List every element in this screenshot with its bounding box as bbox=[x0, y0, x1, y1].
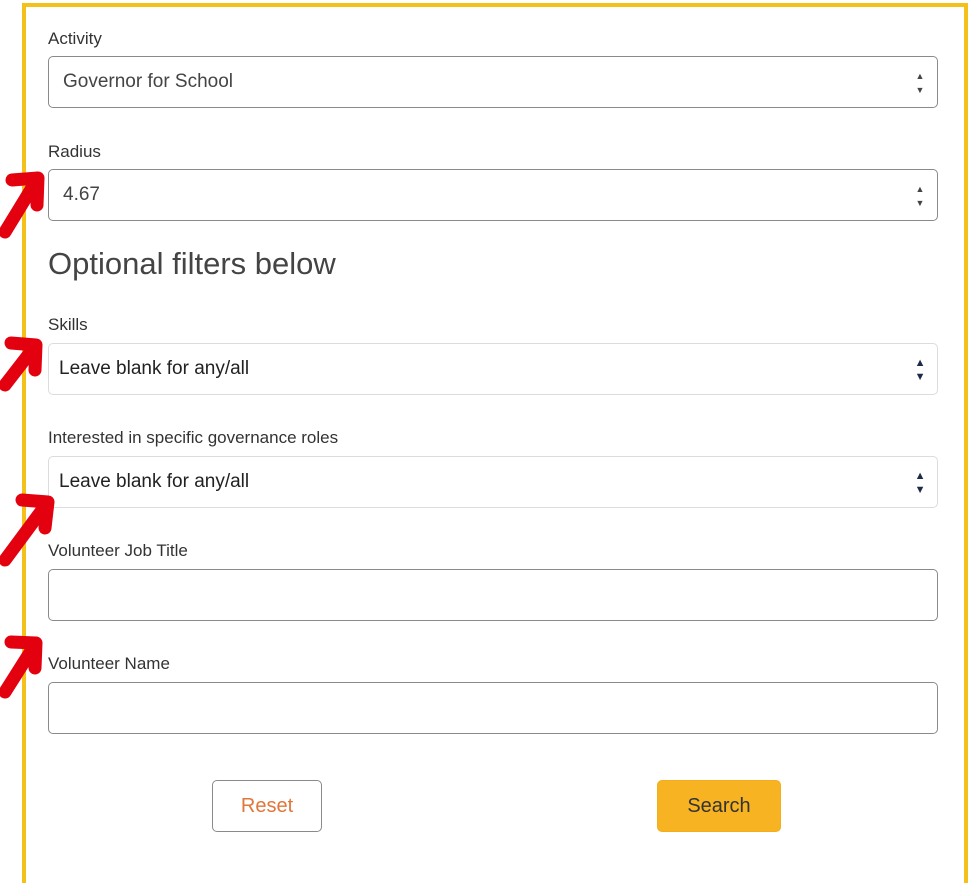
red-arrow-icon bbox=[0, 171, 45, 239]
red-arrow-icon bbox=[0, 493, 55, 567]
red-arrow-icon bbox=[0, 635, 43, 699]
annotation-arrows bbox=[0, 171, 55, 699]
red-arrow-icon bbox=[0, 336, 43, 392]
